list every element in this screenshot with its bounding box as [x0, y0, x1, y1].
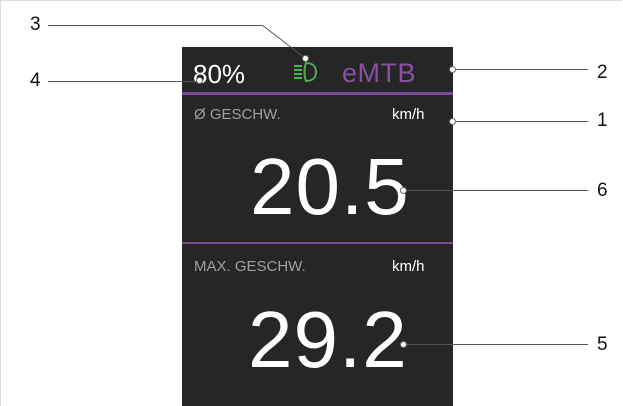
- bike-display-screen: 80% eMTB Ø GESCHW. km/h 20.5 MAX. GESCHW…: [182, 47, 453, 406]
- max-speed-label: MAX. GESCHW.: [194, 258, 306, 275]
- avg-speed-label: Ø GESCHW.: [194, 106, 281, 123]
- battery-level: 80%: [193, 59, 246, 89]
- callout-3: 3: [30, 14, 41, 35]
- callout-1-dot: [449, 118, 456, 125]
- callout-4: 4: [30, 70, 41, 91]
- max-speed-value: 29.2: [248, 295, 408, 384]
- callout-5-dot: [400, 341, 407, 348]
- callout-2: 2: [597, 62, 608, 83]
- callout-1: 1: [597, 110, 608, 131]
- max-speed-unit: km/h: [392, 258, 425, 275]
- callout-3-line: [48, 25, 262, 26]
- status-divider: [182, 92, 453, 95]
- headlight-icon: [294, 61, 318, 83]
- callout-5-line: [404, 344, 588, 345]
- avg-speed-value: 20.5: [250, 142, 410, 231]
- callout-4-dot: [196, 77, 203, 84]
- avg-speed-unit: km/h: [392, 106, 425, 123]
- callout-3-dot: [302, 55, 309, 62]
- callout-6-line: [404, 190, 588, 191]
- callout-4-line: [48, 81, 198, 82]
- section-divider: [182, 242, 453, 244]
- callout-5: 5: [597, 334, 608, 355]
- callout-3-leader: [261, 24, 306, 59]
- callout-6-dot: [400, 187, 407, 194]
- callout-6: 6: [597, 180, 608, 201]
- callout-1-line: [453, 121, 588, 122]
- riding-mode: eMTB: [342, 58, 417, 88]
- status-bar: 80% eMTB: [182, 47, 453, 92]
- callout-2-dot: [449, 66, 456, 73]
- callout-2-line: [453, 69, 588, 70]
